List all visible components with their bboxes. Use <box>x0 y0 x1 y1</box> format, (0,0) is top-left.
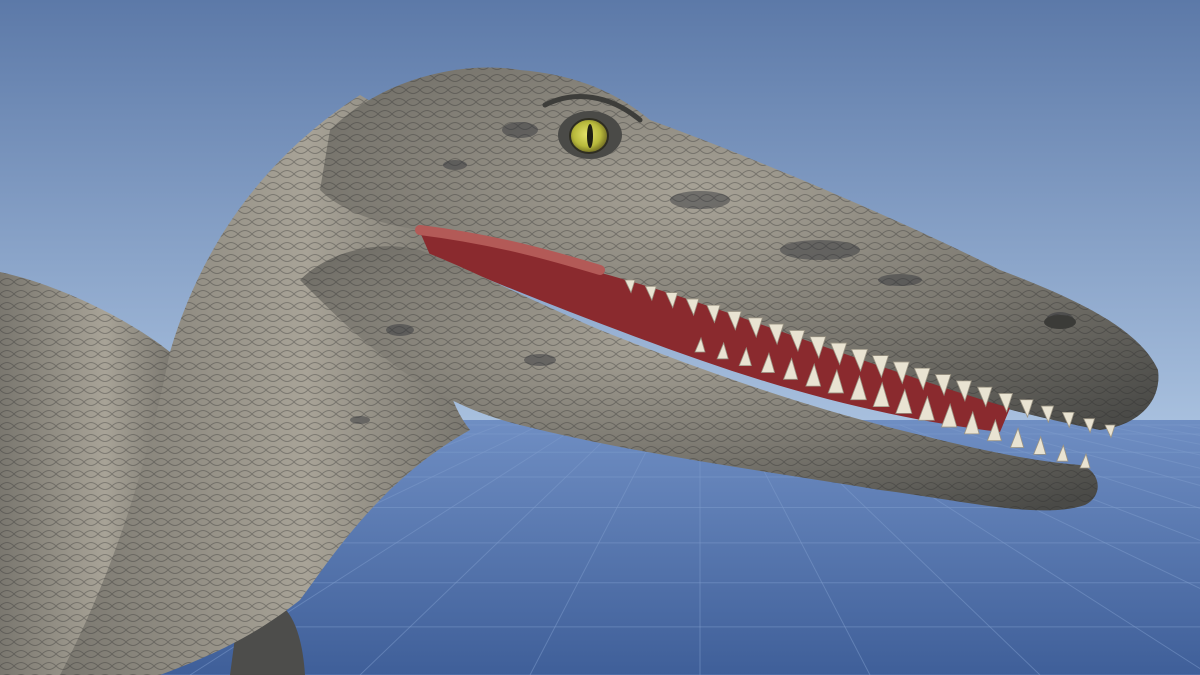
eye-pupil <box>587 124 593 148</box>
scene-render <box>0 0 1200 675</box>
nostril <box>1044 315 1076 329</box>
scene-viewport <box>0 0 1200 675</box>
